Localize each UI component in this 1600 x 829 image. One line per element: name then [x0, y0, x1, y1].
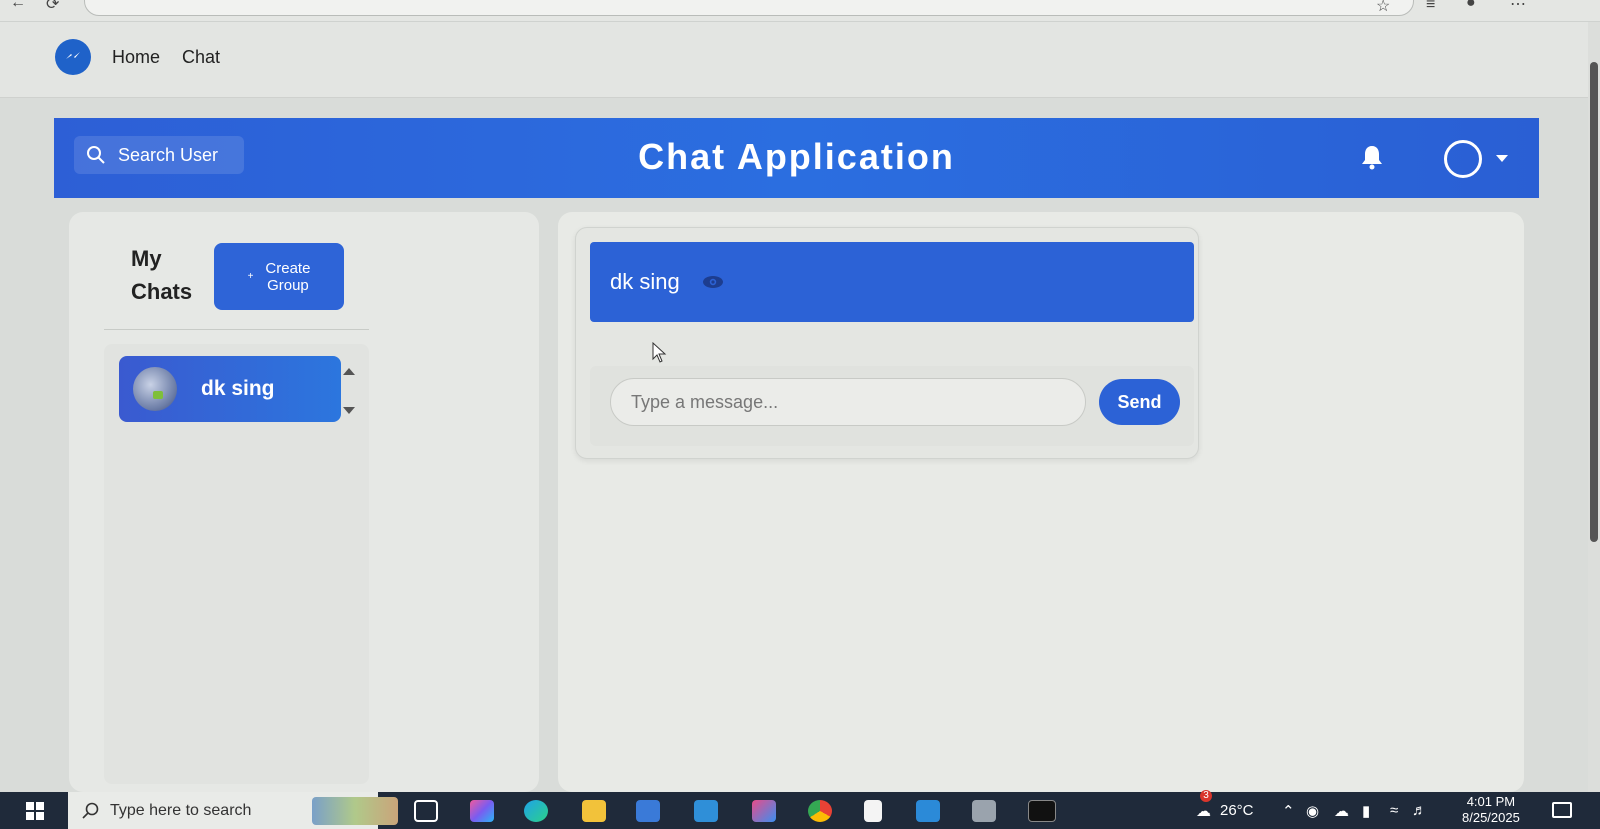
page-scrollbar-thumb[interactable] [1590, 62, 1598, 542]
weather-icon[interactable]: ☁ [1196, 802, 1211, 820]
chat-list: dk sing [104, 344, 369, 784]
taskbar-search-placeholder: Type here to search [110, 801, 252, 819]
task-view-icon[interactable] [414, 800, 438, 822]
mouse-cursor-icon [652, 342, 667, 363]
notification-center-icon[interactable] [1552, 802, 1572, 818]
create-group-label-line2: Group [267, 276, 309, 294]
store-icon[interactable] [636, 800, 660, 822]
message-compose-area: Send [590, 366, 1194, 446]
wifi-icon[interactable]: ≈ [1390, 802, 1398, 819]
windows-start-icon[interactable] [26, 802, 44, 820]
chat-list-scrollbar[interactable] [342, 362, 356, 418]
create-group-button[interactable]: + Create Group [214, 243, 344, 310]
edge-icon[interactable] [524, 800, 548, 822]
chat-panel: dk sing Send [558, 212, 1524, 792]
messenger-bolt-icon [66, 52, 80, 59]
star-icon[interactable]: ☆ [1376, 0, 1390, 16]
chevron-down-icon[interactable] [1496, 155, 1508, 162]
page-scrollbar[interactable] [1588, 22, 1600, 792]
profile-icon[interactable]: ● [1466, 0, 1476, 12]
scroll-up-arrow-icon[interactable] [343, 368, 355, 375]
mail-icon[interactable] [694, 800, 718, 822]
my-chats-heading: My Chats [131, 242, 192, 308]
browser-toolbar: ← ⟳ ☆ ≡ ● ⋯ [0, 0, 1600, 22]
chrome-icon[interactable] [808, 800, 832, 822]
taskbar: Type here to search ☁ 3 26°C ⌃ ◉ ☁ ▮ ≈ ♬… [0, 790, 1600, 829]
my-chats-heading-line1: My [131, 246, 162, 271]
battery-icon[interactable]: ▮ [1362, 802, 1370, 820]
chat-title: dk sing [610, 269, 680, 294]
refresh-icon[interactable]: ⟳ [46, 0, 59, 14]
search-icon [82, 802, 99, 819]
copilot-icon[interactable] [470, 800, 494, 822]
chat-list-item[interactable]: dk sing [119, 356, 341, 422]
my-chats-heading-line2: Chats [131, 279, 193, 304]
create-group-label-line1: Create [265, 259, 311, 277]
avatar [133, 367, 177, 411]
my-chats-panel: My Chats + Create Group dk sing [69, 212, 539, 792]
weather-temperature[interactable]: 26°C [1220, 802, 1254, 819]
page-title: Chat Application [638, 136, 955, 177]
app-header: Search User Chat Application [54, 118, 1539, 198]
back-icon[interactable]: ← [10, 0, 26, 12]
notepad-icon[interactable] [864, 800, 882, 822]
message-input[interactable] [610, 378, 1086, 426]
remote-desktop-icon[interactable] [972, 800, 996, 822]
favorites-icon[interactable]: ≡ [1426, 0, 1435, 14]
nav-chat-link[interactable]: Chat [182, 47, 220, 68]
bell-icon[interactable] [1360, 144, 1384, 170]
chat-box: dk sing Send [575, 227, 1199, 459]
chat-header: dk sing [590, 242, 1194, 322]
user-avatar[interactable] [1444, 140, 1482, 178]
chat-list-item-name: dk sing [201, 377, 275, 400]
weather-badge: 3 [1200, 790, 1212, 802]
vscode-icon[interactable] [916, 800, 940, 822]
messenger-logo-icon[interactable] [55, 39, 91, 75]
search-highlight-image[interactable] [312, 797, 398, 825]
more-icon[interactable]: ⋯ [1510, 0, 1526, 14]
eye-icon[interactable] [702, 275, 724, 289]
meet-now-icon[interactable]: ◉ [1306, 802, 1319, 820]
divider [104, 329, 369, 330]
plus-icon: + [247, 271, 254, 282]
microsoft-365-icon[interactable] [752, 800, 776, 822]
send-button[interactable]: Send [1099, 379, 1180, 425]
volume-icon[interactable]: ♬ [1412, 802, 1427, 819]
nav-home-link[interactable]: Home [112, 47, 160, 68]
chevron-up-icon[interactable]: ⌃ [1282, 802, 1295, 820]
app-navbar: Home Chat [0, 22, 1588, 98]
terminal-icon[interactable] [1028, 800, 1056, 822]
taskbar-date: 8/25/2025 [1462, 810, 1520, 825]
taskbar-clock[interactable]: 4:01 PM 8/25/2025 [1462, 794, 1520, 826]
taskbar-time: 4:01 PM [1466, 794, 1516, 809]
onedrive-icon[interactable]: ☁ [1334, 802, 1349, 820]
scroll-down-arrow-icon[interactable] [343, 407, 355, 414]
file-explorer-icon[interactable] [582, 800, 606, 822]
address-bar[interactable] [84, 0, 1414, 16]
